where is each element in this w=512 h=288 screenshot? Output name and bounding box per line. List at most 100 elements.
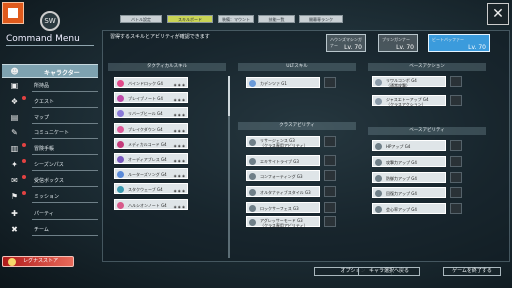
base-action[interactable]: ジャスエトーアップ G4 （クラスアクション） — [372, 95, 446, 107]
tab-2[interactable]: 装備：マウント — [218, 15, 254, 23]
tactical-skill[interactable]: メディカルコード G4 ◉ ◉ ◉ — [114, 137, 188, 149]
skill-icon — [117, 110, 124, 118]
skill-icon — [117, 186, 124, 194]
base-ability[interactable]: 攻撃力アップ G4 — [372, 155, 446, 167]
skill-icon — [249, 80, 256, 87]
class-ability[interactable]: アグレッサーモード G3 （クラス専用アビリティ） — [246, 216, 320, 228]
sidebar-item-label: ミッション — [34, 194, 60, 200]
notification-dot — [22, 191, 26, 195]
tab-4[interactable]: 開幕専ランク — [299, 15, 343, 23]
tactical-skill[interactable]: スタクウェーブ G4 ◉ ◉ ◉ — [114, 183, 188, 195]
skill-name: ルーターズソング G4 — [128, 172, 167, 178]
empty-slot — [450, 203, 462, 215]
class-ability[interactable]: エキサイトライブ G3 — [246, 155, 320, 166]
sidebar-item-label: マップ — [34, 115, 50, 121]
sidebar-divider — [32, 219, 98, 220]
menu-title-divider — [6, 45, 94, 46]
class-card-0[interactable]: ハウンズマシンガナー Lv. 70 — [326, 34, 366, 52]
skill-icon — [117, 201, 124, 209]
tab-3[interactable]: 技能一覧 — [258, 15, 295, 23]
base-ability[interactable]: 防御力アップ G4 — [372, 171, 446, 183]
menu-title: Command Menu — [6, 34, 80, 44]
sidebar-item-label: キャラクター — [44, 70, 80, 77]
character-select-button[interactable]: キャラ選択へ戻る — [358, 267, 420, 276]
notification-dot — [22, 175, 26, 179]
tactical-skill[interactable]: バインドロック G4 ◉ ◉ ◉ — [114, 77, 188, 88]
empty-slot — [450, 155, 462, 167]
skill-grade-marks: ◉ ◉ ◉ — [173, 189, 185, 194]
class-card-2[interactable]: ビートバッファー Lv. 70 — [428, 34, 490, 52]
tab-1[interactable]: スキルボード — [167, 15, 213, 23]
base-action-header: ベースアクション — [368, 63, 486, 71]
skill-icon — [117, 95, 124, 103]
sidebar-item-8[interactable]: ⚑ ミッション — [2, 190, 98, 204]
empty-slot — [324, 202, 336, 213]
skill-name: 攻撃力アップ G4 — [386, 159, 417, 165]
tab-0[interactable]: バトル設定 — [120, 15, 162, 23]
sidebar-item-label: パーティ — [34, 211, 54, 217]
tactical-skill[interactable]: ルーターズソング G4 ◉ ◉ ◉ — [114, 168, 188, 180]
sidebar-item-label: 受信ボックス — [34, 178, 64, 184]
tactical-skill[interactable]: リバーブヒール G4 ◉ ◉ ◉ — [114, 107, 188, 119]
sidebar-item-9[interactable]: ✚ パーティ — [2, 207, 98, 221]
sidebar-item-10[interactable]: ✖ チーム — [2, 223, 98, 237]
sidebar-item-3[interactable]: ▤ マップ — [2, 111, 98, 125]
base-action[interactable]: リワルコンボ G4 （通常攻撃） — [372, 76, 446, 88]
sidebar-item-4[interactable]: ✎ コミュニケート — [2, 126, 98, 140]
base-ability[interactable]: HPアップ G4 — [372, 140, 446, 151]
sidebar-divider — [32, 235, 98, 236]
skill-icon — [249, 189, 256, 196]
tactical-skill[interactable]: ハルシオンノート G4 ◉ ◉ ◉ — [114, 198, 188, 210]
sidebar-item-5[interactable]: ▥ 冒険手帳 — [2, 142, 98, 156]
tactical-skill[interactable]: ブレイクダウン G4 ◉ ◉ ◉ — [114, 122, 188, 134]
class-ability[interactable]: リサージェンス G3 （クラス専用アビリティ） — [246, 136, 320, 148]
skill-name: HPアップ G4 — [386, 144, 411, 149]
party-icon: ✚ — [11, 209, 18, 218]
class-ability[interactable]: コンフォーティング G3 — [246, 170, 320, 181]
skill-grade-marks: ◉ ◉ ◉ — [173, 83, 185, 87]
skill-grade-marks: ◉ ◉ ◉ — [173, 128, 185, 133]
store-button[interactable]: レグナスストア — [2, 256, 74, 267]
tactical-skill-header: タクティカルスキル — [108, 63, 226, 71]
empty-slot — [324, 136, 336, 147]
tactical-skill[interactable]: ブレイブノート G4 ◉ ◉ ◉ — [114, 92, 188, 104]
sidebar-item-0[interactable]: ☻ キャラクター — [2, 64, 98, 78]
skill-grade-marks: ◉ ◉ ◉ — [173, 174, 185, 179]
notification-dot — [22, 143, 26, 147]
sidebar-divider — [32, 91, 98, 92]
app-logo-icon[interactable] — [2, 2, 24, 24]
skill-name: コンフォーティング G3 — [260, 174, 303, 179]
class-name: ビートバッファー — [432, 37, 464, 42]
sidebar-item-2[interactable]: ❖ クエスト — [2, 95, 98, 109]
skill-grade-marks: ◉ ◉ ◉ — [173, 159, 185, 163]
skill-name: メディカルコード G4 — [128, 141, 167, 147]
class-ability[interactable]: ロックサーフェス G3 — [246, 202, 320, 213]
skill-name: エキサイトライブ G3 — [260, 159, 299, 164]
empty-slot — [324, 170, 336, 181]
skill-icon — [375, 79, 382, 86]
skill-grade-marks: ◉ ◉ ◉ — [173, 204, 185, 209]
book-icon: ▥ — [10, 144, 19, 153]
sidebar-item-6[interactable]: ✦ シーズンパス — [2, 158, 98, 172]
tactical-skill[interactable]: オーディアブレス G4 ◉ ◉ ◉ — [114, 153, 188, 164]
class-ability[interactable]: オルタナティブスタイル G3 — [246, 186, 320, 197]
ult-skill[interactable]: カデンツァ G1 — [246, 77, 320, 88]
base-ability[interactable]: 会心率アップ G4 — [372, 203, 446, 215]
sidebar-item-1[interactable]: ▣ 所持品 — [2, 79, 98, 93]
quit-game-button[interactable]: ゲームを終了する — [443, 267, 501, 276]
class-card-1[interactable]: ブリンガンナー Lv. 70 — [378, 34, 418, 52]
close-button[interactable]: ✕ — [487, 3, 509, 25]
base-ability-header: ベースアビリティ — [368, 127, 486, 135]
skill-icon — [117, 156, 124, 163]
sidebar-item-label: 所持品 — [34, 83, 50, 89]
class-level: Lv. 70 — [468, 44, 486, 51]
sidebar-divider — [32, 138, 98, 139]
mail-icon: ✉ — [11, 176, 18, 185]
sidebar-item-7[interactable]: ✉ 受信ボックス — [2, 174, 98, 188]
base-ability[interactable]: 回復力アップ G4 — [372, 187, 446, 199]
scrollbar-thumb[interactable] — [228, 76, 230, 116]
top-bar — [0, 0, 512, 34]
skill-name: オルタナティブスタイル G3 — [260, 190, 311, 195]
pass-icon: ✦ — [11, 160, 18, 169]
class-level: Lv. 70 — [396, 44, 414, 51]
